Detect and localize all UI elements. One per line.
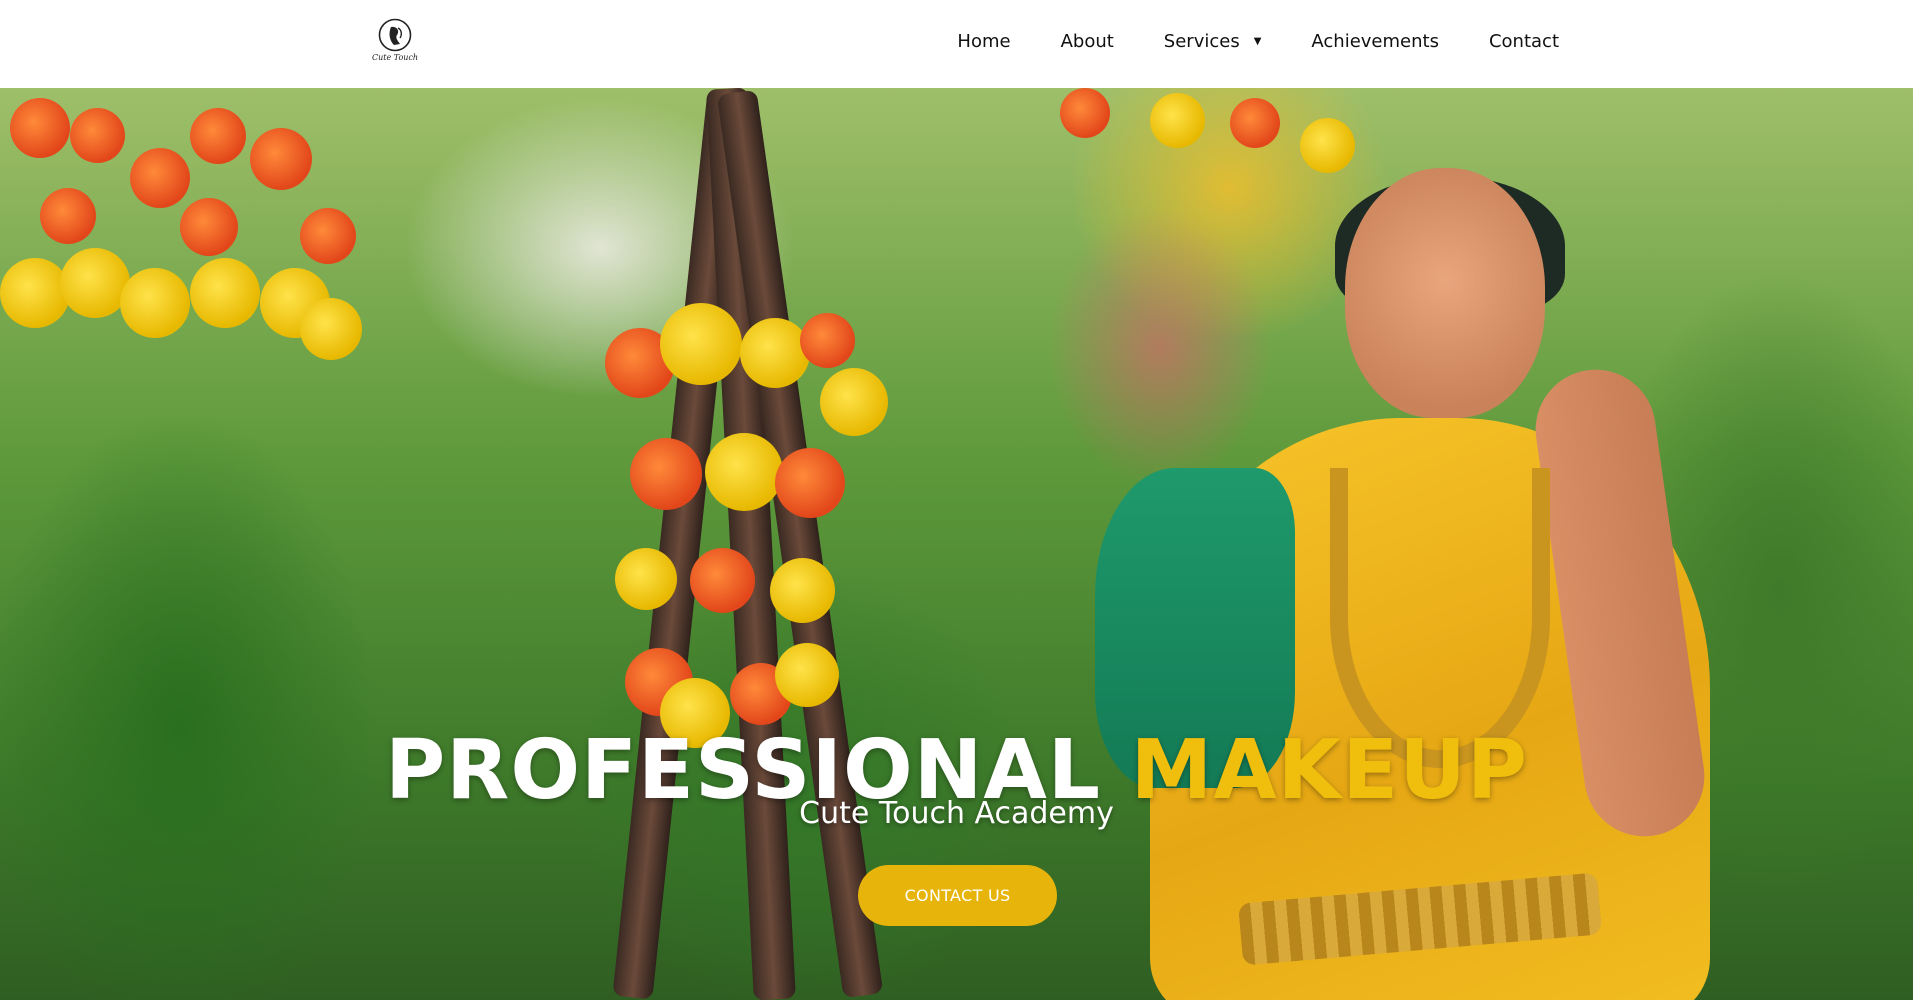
nav-achievements[interactable]: Achievements (1311, 31, 1439, 52)
marigold-flower (615, 548, 677, 610)
marigold-flower (190, 108, 246, 164)
marigold-flower (1150, 93, 1205, 148)
marigold-flower (190, 258, 260, 328)
nav-services[interactable]: Services ▼ (1164, 31, 1262, 52)
contact-us-button[interactable]: CONTACT US (858, 865, 1057, 926)
nav-contact[interactable]: Contact (1489, 31, 1559, 52)
marigold-flower (820, 368, 888, 436)
face-silhouette-icon (378, 18, 412, 52)
marigold-flower (740, 318, 810, 388)
nav-services-label: Services (1163, 31, 1240, 52)
main-nav: Home About Services ▼ Achievements Conta… (957, 31, 1559, 52)
marigold-flower (630, 438, 702, 510)
marigold-flower (1230, 98, 1280, 148)
marigold-flower (10, 98, 70, 158)
marigold-flower (0, 258, 70, 328)
marigold-flower (705, 433, 783, 511)
marigold-flower (300, 208, 356, 264)
face-shape (1345, 168, 1545, 418)
marigold-flower (1060, 88, 1110, 138)
marigold-flower (130, 148, 190, 208)
site-logo[interactable]: Cute Touch (372, 18, 418, 68)
marigold-flower (775, 643, 839, 707)
marigold-flower (250, 128, 312, 190)
logo-text: Cute Touch (372, 53, 419, 62)
caret-down-icon: ▼ (1253, 36, 1262, 47)
marigold-flower (300, 298, 362, 360)
hero-banner: PROFESSIONAL MAKEUP (0, 88, 1913, 1000)
marigold-flower (120, 268, 190, 338)
marigold-flower (40, 188, 96, 244)
marigold-flower (800, 313, 855, 368)
marigold-flower (70, 108, 125, 163)
nav-about[interactable]: About (1061, 31, 1114, 52)
marigold-flower (180, 198, 238, 256)
hero-subtitle: Cute Touch Academy (799, 796, 1114, 831)
nav-home[interactable]: Home (957, 31, 1010, 52)
marigold-flower (1300, 118, 1355, 173)
marigold-flower (660, 303, 742, 385)
marigold-flower (770, 558, 835, 623)
site-header: Cute Touch Home About Services ▼ Achieve… (0, 0, 1913, 88)
marigold-flower (775, 448, 845, 518)
marigold-flower (690, 548, 755, 613)
